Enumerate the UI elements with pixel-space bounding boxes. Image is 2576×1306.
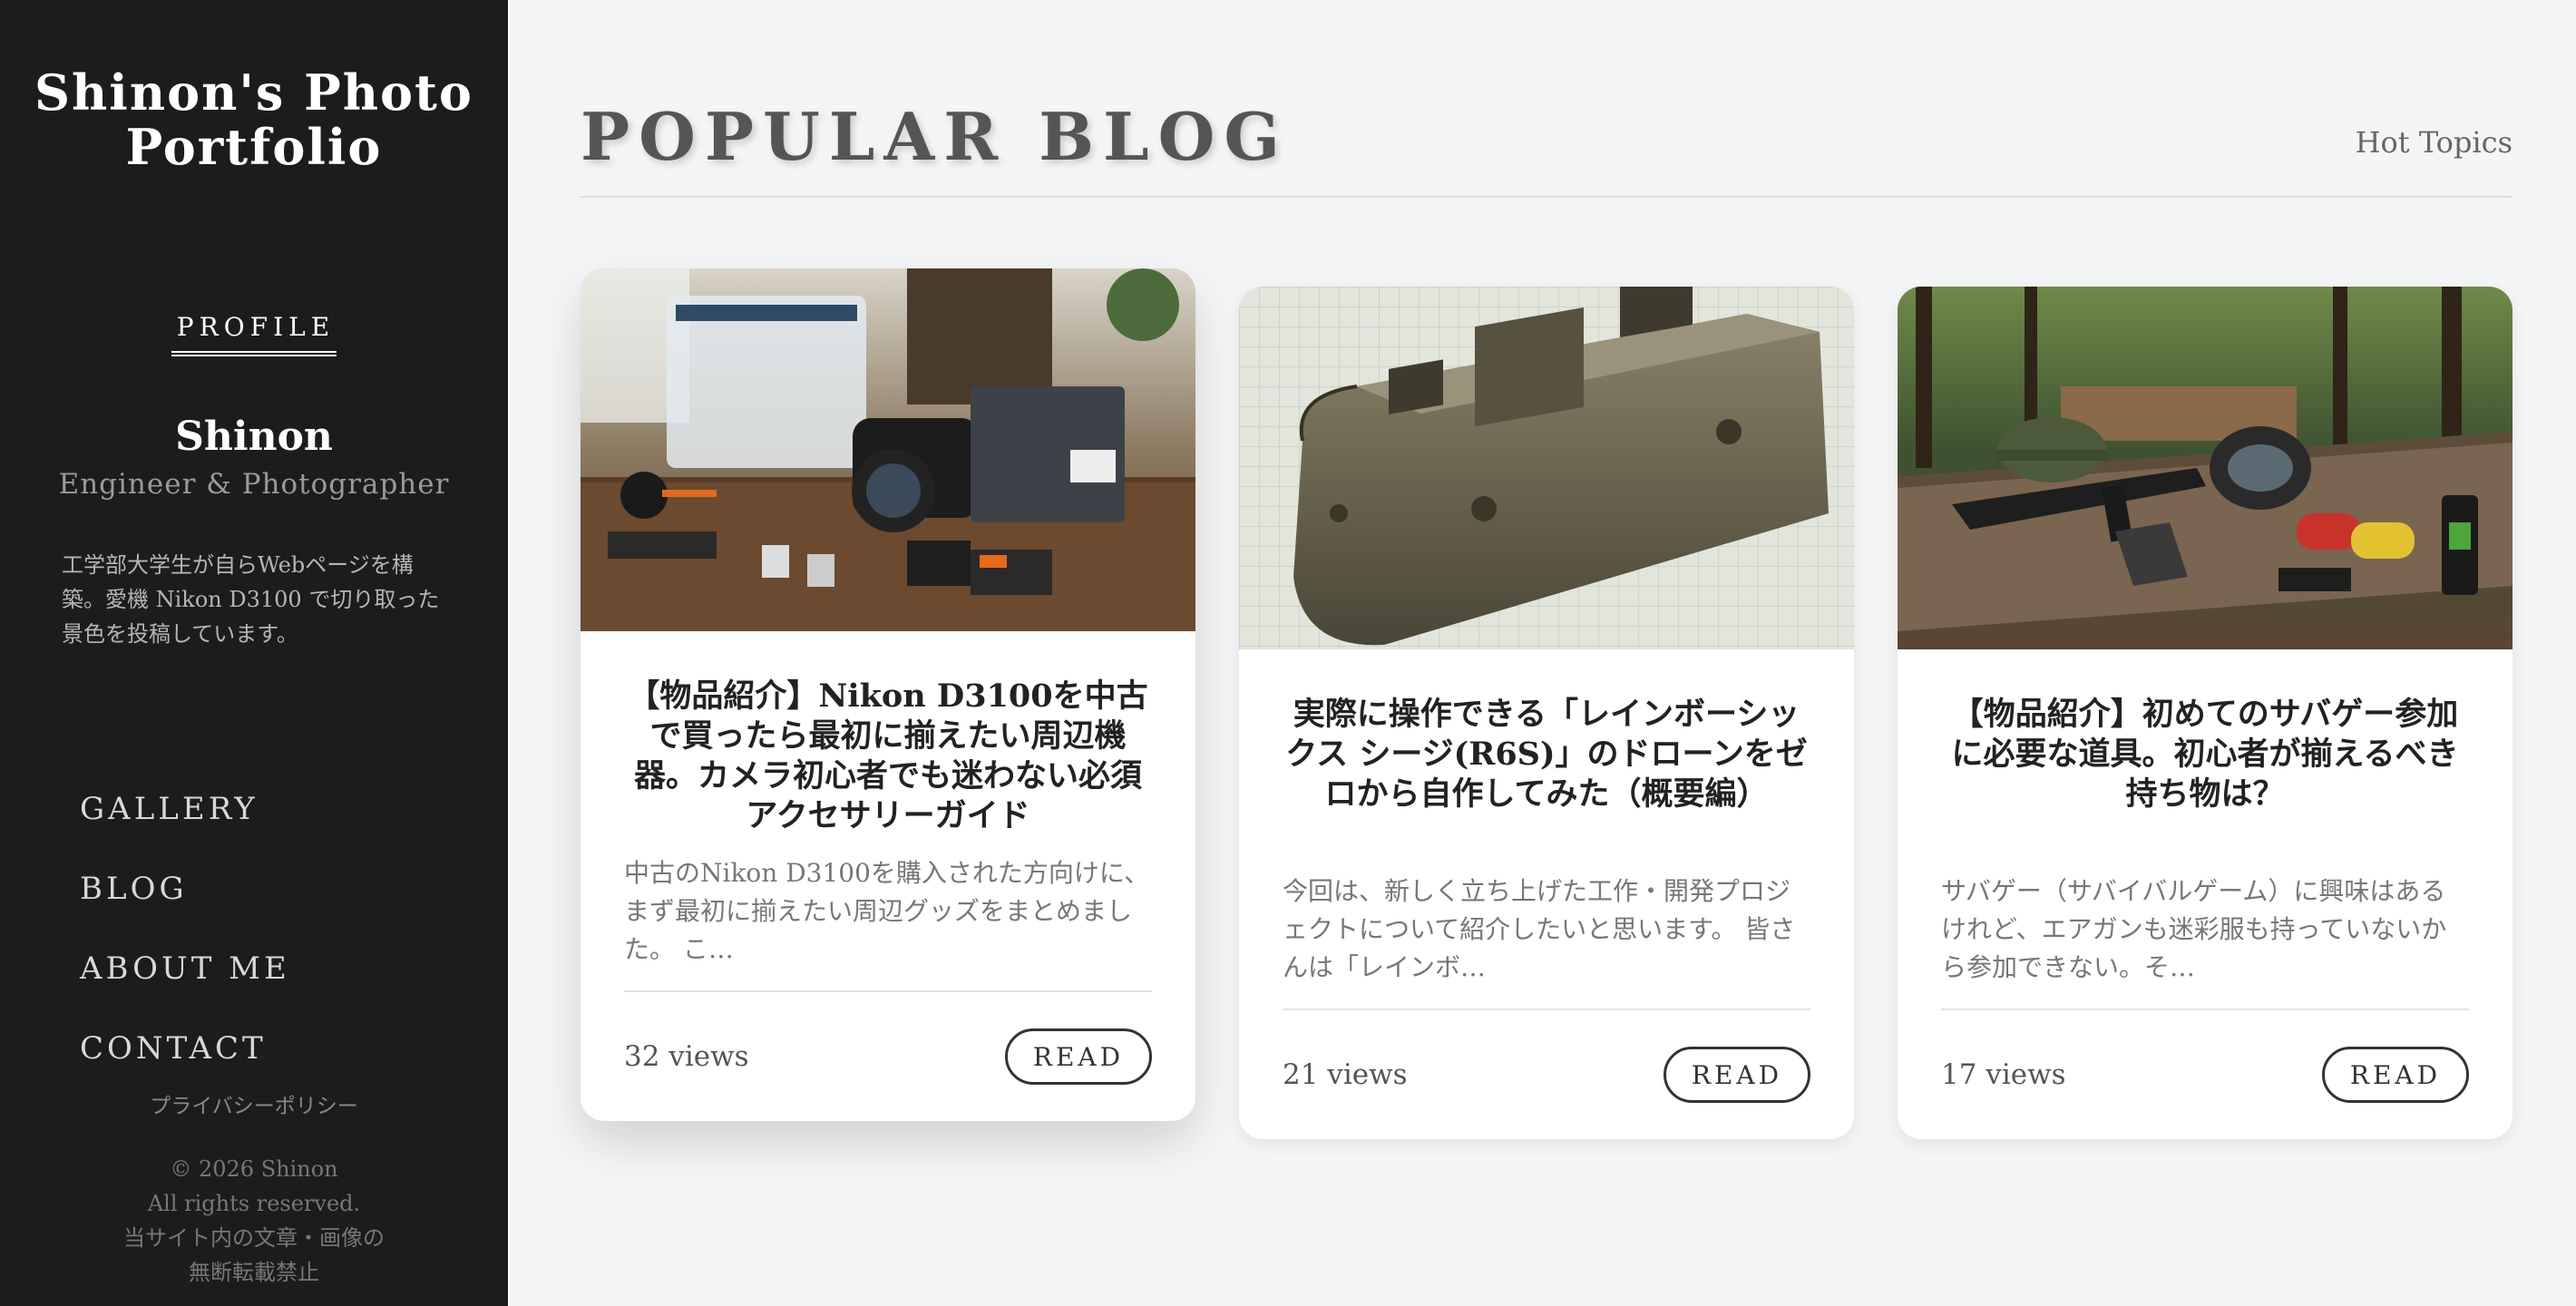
hot-topics-label: Hot Topics xyxy=(2355,125,2513,160)
site-title[interactable]: Shinon's Photo Portfolio xyxy=(0,65,508,174)
read-button[interactable]: READ xyxy=(1664,1047,1810,1103)
card-title[interactable]: 実際に操作できる「レインボーシックス シージ(R6S)」のドローンをゼロから自作… xyxy=(1279,695,1814,854)
profile-heading: PROFILE xyxy=(0,312,508,356)
card-thumbnail-camera-gear[interactable] xyxy=(581,268,1195,631)
read-button[interactable]: READ xyxy=(1005,1028,1152,1085)
read-button[interactable]: READ xyxy=(2322,1047,2469,1103)
copyright-line: 無断転載禁止 xyxy=(189,1260,319,1285)
card-footer: 21 views READ xyxy=(1283,1010,1810,1139)
copyright-line: © 2026 Shinon xyxy=(170,1156,338,1182)
blog-card[interactable]: 実際に操作できる「レインボーシックス シージ(R6S)」のドローンをゼロから自作… xyxy=(1239,287,1854,1139)
blog-card[interactable]: 【物品紹介】初めてのサバゲー参加に必要な道具。初心者が揃えるべき持ち物は？ サバ… xyxy=(1898,287,2513,1139)
profile-role: Engineer & Photographer xyxy=(58,468,450,501)
nav-item-blog[interactable]: BLOG xyxy=(80,867,290,947)
copyright: © 2026 Shinon All rights reserved. 当サイト内… xyxy=(0,1152,508,1290)
section-title: POPULAR BLOG xyxy=(581,98,1289,175)
profile-name: Shinon xyxy=(175,414,333,460)
card-excerpt: 中古のNikon D3100を購入された方向けに、まず最初に揃えたい周辺グッズを… xyxy=(624,858,1150,964)
view-count: 32 views xyxy=(624,1040,749,1073)
card-title[interactable]: 【物品紹介】初めてのサバゲー参加に必要な道具。初心者が揃えるべき持ち物は？ xyxy=(1937,695,2473,854)
view-count: 21 views xyxy=(1283,1058,1408,1091)
card-footer: 17 views READ xyxy=(1941,1010,2469,1139)
card-thumbnail-airsoft-gear[interactable] xyxy=(1898,287,2513,649)
card-title[interactable]: 【物品紹介】Nikon D3100を中古で買ったら最初に揃えたい周辺機器。カメラ… xyxy=(620,677,1156,836)
blog-card[interactable]: 【物品紹介】Nikon D3100を中古で買ったら最初に揃えたい周辺機器。カメラ… xyxy=(581,268,1195,1121)
header-divider xyxy=(581,196,2513,198)
privacy-policy-link[interactable]: プライバシーポリシー xyxy=(0,1088,508,1119)
site-title-line-2: Portfolio xyxy=(125,118,383,176)
card-excerpt: サバゲー（サバイバルゲーム）に興味はあるけれど、エアガンも迷彩服も持っていないか… xyxy=(1941,876,2447,982)
view-count: 17 views xyxy=(1941,1058,2066,1091)
card-thumbnail-drone-cad[interactable] xyxy=(1239,287,1854,649)
sidebar: Shinon's Photo Portfolio PROFILE Shinon … xyxy=(0,0,508,1306)
profile-heading-label: PROFILE xyxy=(171,312,337,356)
nav-item-about-me[interactable]: ABOUT ME xyxy=(80,947,290,1027)
card-excerpt: 今回は、新しく立ち上げた工作・開発プロジェクトについて紹介したいと思います。 皆… xyxy=(1283,876,1796,982)
card-footer: 32 views READ xyxy=(624,992,1152,1121)
copyright-line: All rights reserved. xyxy=(147,1191,361,1216)
sidebar-nav: GALLERY BLOG ABOUT ME CONTACT xyxy=(80,787,290,1106)
profile-bio: 工学部大学生が自らWebページを構築。愛機 Nikon D3100 で切り取った… xyxy=(62,552,440,647)
nav-item-gallery[interactable]: GALLERY xyxy=(80,787,290,867)
copyright-line: 当サイト内の文章・画像の xyxy=(123,1225,385,1251)
site-title-line-1: Shinon's Photo xyxy=(34,63,473,122)
